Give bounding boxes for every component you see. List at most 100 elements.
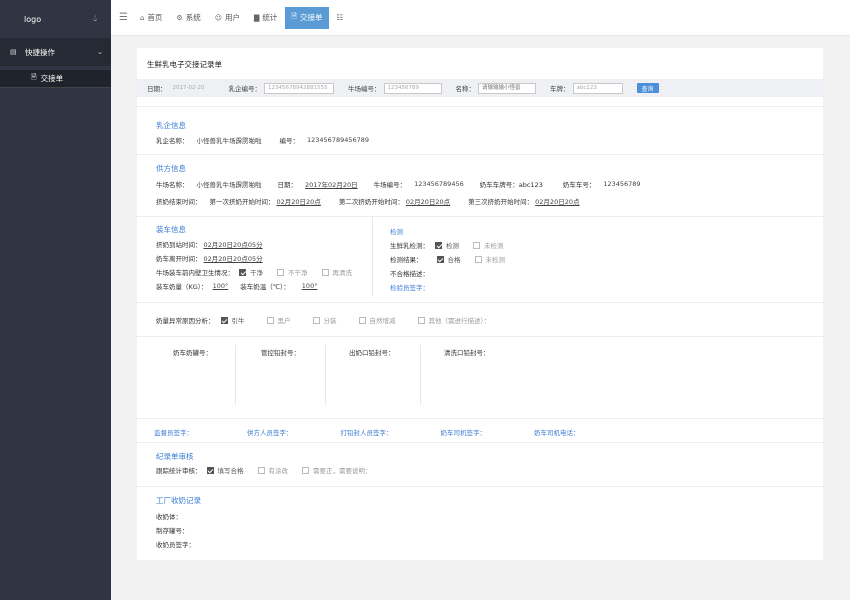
checkbox[interactable] bbox=[266, 316, 274, 324]
seal-divider bbox=[325, 345, 326, 405]
checkbox[interactable] bbox=[417, 316, 425, 324]
hygiene-option-dirty[interactable]: 不干净 bbox=[277, 267, 308, 277]
checkbox[interactable] bbox=[220, 316, 228, 324]
fresh-test-option-untested[interactable]: 未检测 bbox=[473, 240, 504, 250]
truck-no-label: 奶车车号： bbox=[562, 181, 596, 189]
supplier-farm-no-label: 牛场编号： bbox=[373, 181, 407, 189]
nav-system[interactable]: ⚙ 系统 bbox=[170, 7, 206, 29]
arrive-time-value: 02月20日20点05分 bbox=[203, 241, 263, 249]
user-icon: ☺ bbox=[214, 13, 223, 22]
review-option-correction[interactable]: 需要正，需要说明： bbox=[302, 465, 372, 475]
bar-chart-icon: ▇ bbox=[254, 13, 260, 22]
hygiene-label: 牛场装车前内壁卫生情况： bbox=[156, 269, 234, 277]
checkbox[interactable] bbox=[206, 466, 214, 474]
signatures-section: 监督员签字： 供方人员签字： 打铅封人员签字： 奶车司机签字： 奶车司机电话： bbox=[137, 418, 823, 442]
supplier-plate-label: 奶车车牌号：abc123 bbox=[479, 181, 543, 189]
logo-area: logo 💧︎ bbox=[0, 0, 111, 38]
gear-icon: ⚙ bbox=[176, 13, 183, 22]
loading-info-section: 装车信息 挤奶到站时间： 02月20日20点05分 奶车离开时间： 02月20日… bbox=[137, 216, 823, 302]
abnormal-option-1[interactable]: 引牛 bbox=[220, 315, 245, 325]
loading-info-title: 装车信息 bbox=[156, 225, 186, 234]
farm-name-value: 小怪兽乳牛场霹雳啪啦 bbox=[196, 181, 262, 189]
name-label: 名称： bbox=[455, 85, 476, 93]
query-button[interactable]: 查询 bbox=[636, 83, 659, 93]
abnormal-option-4[interactable]: 自然增减 bbox=[358, 315, 396, 325]
receiver-sign-label: 收奶员签字： bbox=[156, 541, 195, 549]
folder-open-icon: ▤ bbox=[10, 48, 17, 56]
column-divider bbox=[372, 217, 373, 297]
result-option-untested[interactable]: 未检测 bbox=[474, 254, 505, 264]
hygiene-option-clean[interactable]: 干净 bbox=[239, 267, 263, 277]
fresh-test-option-tested[interactable]: 检测 bbox=[435, 240, 459, 250]
abnormal-option-2[interactable]: 黑户 bbox=[266, 315, 291, 325]
sidebar-group-label: 快捷操作 bbox=[25, 47, 55, 57]
drop-icon[interactable]: 💧︎ bbox=[93, 14, 97, 24]
option-label: 自然增减 bbox=[369, 317, 396, 325]
checkbox[interactable] bbox=[473, 241, 480, 249]
checkbox[interactable] bbox=[474, 255, 482, 263]
farm-no-input[interactable] bbox=[383, 82, 442, 94]
name-input[interactable] bbox=[478, 82, 536, 94]
unqualified-desc-label: 不合格描述： bbox=[390, 270, 429, 278]
date-filter-input[interactable] bbox=[169, 82, 215, 94]
review-option-qualified[interactable]: 填写合格 bbox=[206, 465, 244, 475]
checkbox[interactable] bbox=[312, 316, 320, 324]
dairy-info-section: 乳企信息 乳企名称： 小怪兽乳牛场霹雳啪啦 编号： 12345678945678… bbox=[137, 106, 823, 154]
sidebar-item-handover[interactable]: 🗎 交接单 bbox=[0, 70, 111, 88]
plate-input[interactable] bbox=[572, 82, 623, 94]
seal-col-2: 管控铅封号： bbox=[261, 347, 308, 357]
nav-handover[interactable]: 🗎 交接单 bbox=[285, 6, 329, 29]
date-filter-label: 日期： bbox=[147, 85, 167, 93]
dairy-no-field-label: 编号： bbox=[279, 137, 300, 145]
driver-phone-label: 奶车司机电话： bbox=[534, 429, 580, 437]
seal-col-label: 出奶口铅封号： bbox=[349, 349, 395, 357]
option-label: 需要正，需要说明： bbox=[313, 467, 372, 475]
checkbox[interactable] bbox=[358, 316, 366, 324]
dairy-no-input[interactable] bbox=[264, 82, 334, 94]
checkbox[interactable] bbox=[435, 241, 442, 249]
review-section: 纪录单审核 跟踪统计审核： 填写合格 有涂改 需要正，需要说明： bbox=[137, 442, 823, 486]
inspector-sign-label: 检验员签字： bbox=[390, 284, 429, 292]
nav-handover-label: 交接单 bbox=[300, 13, 323, 22]
option-label: 填写合格 bbox=[217, 467, 244, 475]
review-title: 纪录单审核 bbox=[156, 452, 194, 461]
seal-col-label: 清洗口铅封号： bbox=[444, 349, 490, 357]
nav-stats[interactable]: ▇ 统计 bbox=[248, 7, 283, 29]
seal-col-4: 清洗口铅封号： bbox=[444, 347, 498, 357]
checkbox[interactable] bbox=[257, 466, 265, 474]
farm-name-label: 牛场名称： bbox=[156, 181, 189, 189]
result-option-pass[interactable]: 合格 bbox=[436, 254, 461, 264]
supplier-sign-label: 供方人员签字： bbox=[247, 429, 293, 437]
test-result-label: 检测结果： bbox=[390, 256, 423, 264]
checkbox[interactable] bbox=[321, 268, 329, 276]
first-milking-label: 第一次挤奶开始时间： bbox=[209, 198, 275, 206]
checkbox[interactable] bbox=[302, 466, 309, 474]
hygiene-option-rewash[interactable]: 再清洗 bbox=[321, 267, 352, 277]
option-label: 合格 bbox=[447, 256, 461, 264]
logo-text[interactable]: logo bbox=[24, 15, 41, 24]
sidebar-group-quick-actions[interactable]: ▤ 快捷操作 ⌄ bbox=[0, 38, 111, 66]
checkbox[interactable] bbox=[277, 268, 284, 276]
checkbox[interactable] bbox=[239, 268, 246, 276]
receiver-label: 收奶体： bbox=[156, 513, 182, 521]
abnormal-option-3[interactable]: 分装 bbox=[312, 315, 337, 325]
driver-sign-label: 奶车司机签字： bbox=[440, 429, 487, 437]
nav-user[interactable]: ☺ 用户 bbox=[209, 7, 246, 29]
weight-value: 100° bbox=[212, 282, 229, 290]
second-milking-label: 第二次挤奶开始时间： bbox=[338, 198, 404, 206]
weight-label: 装车奶量（KG）： bbox=[156, 283, 208, 291]
second-milking-value: 02月20日20点 bbox=[405, 198, 451, 206]
menu-toggle-icon[interactable]: ☰ bbox=[119, 12, 128, 23]
abnormal-option-5[interactable]: 其他（需进行描述）： bbox=[417, 315, 490, 325]
option-label: 检测 bbox=[446, 242, 459, 250]
dairy-name-label: 乳企名称： bbox=[156, 137, 189, 145]
seals-section: 奶车奶罐号： 管控铅封号： 出奶口铅封号： 清洗口铅封号： bbox=[137, 336, 823, 418]
grid-icon[interactable]: ☷ bbox=[331, 7, 350, 29]
review-option-altered[interactable]: 有涂改 bbox=[257, 465, 288, 475]
nav-user-label: 用户 bbox=[225, 13, 241, 22]
home-icon: ⌂ bbox=[139, 13, 145, 22]
nav-home[interactable]: ⌂ 首页 bbox=[134, 7, 168, 29]
nav-home-label: 首页 bbox=[147, 13, 163, 22]
checkbox[interactable] bbox=[436, 255, 444, 263]
third-milking-value: 02月20日20点 bbox=[535, 198, 580, 206]
